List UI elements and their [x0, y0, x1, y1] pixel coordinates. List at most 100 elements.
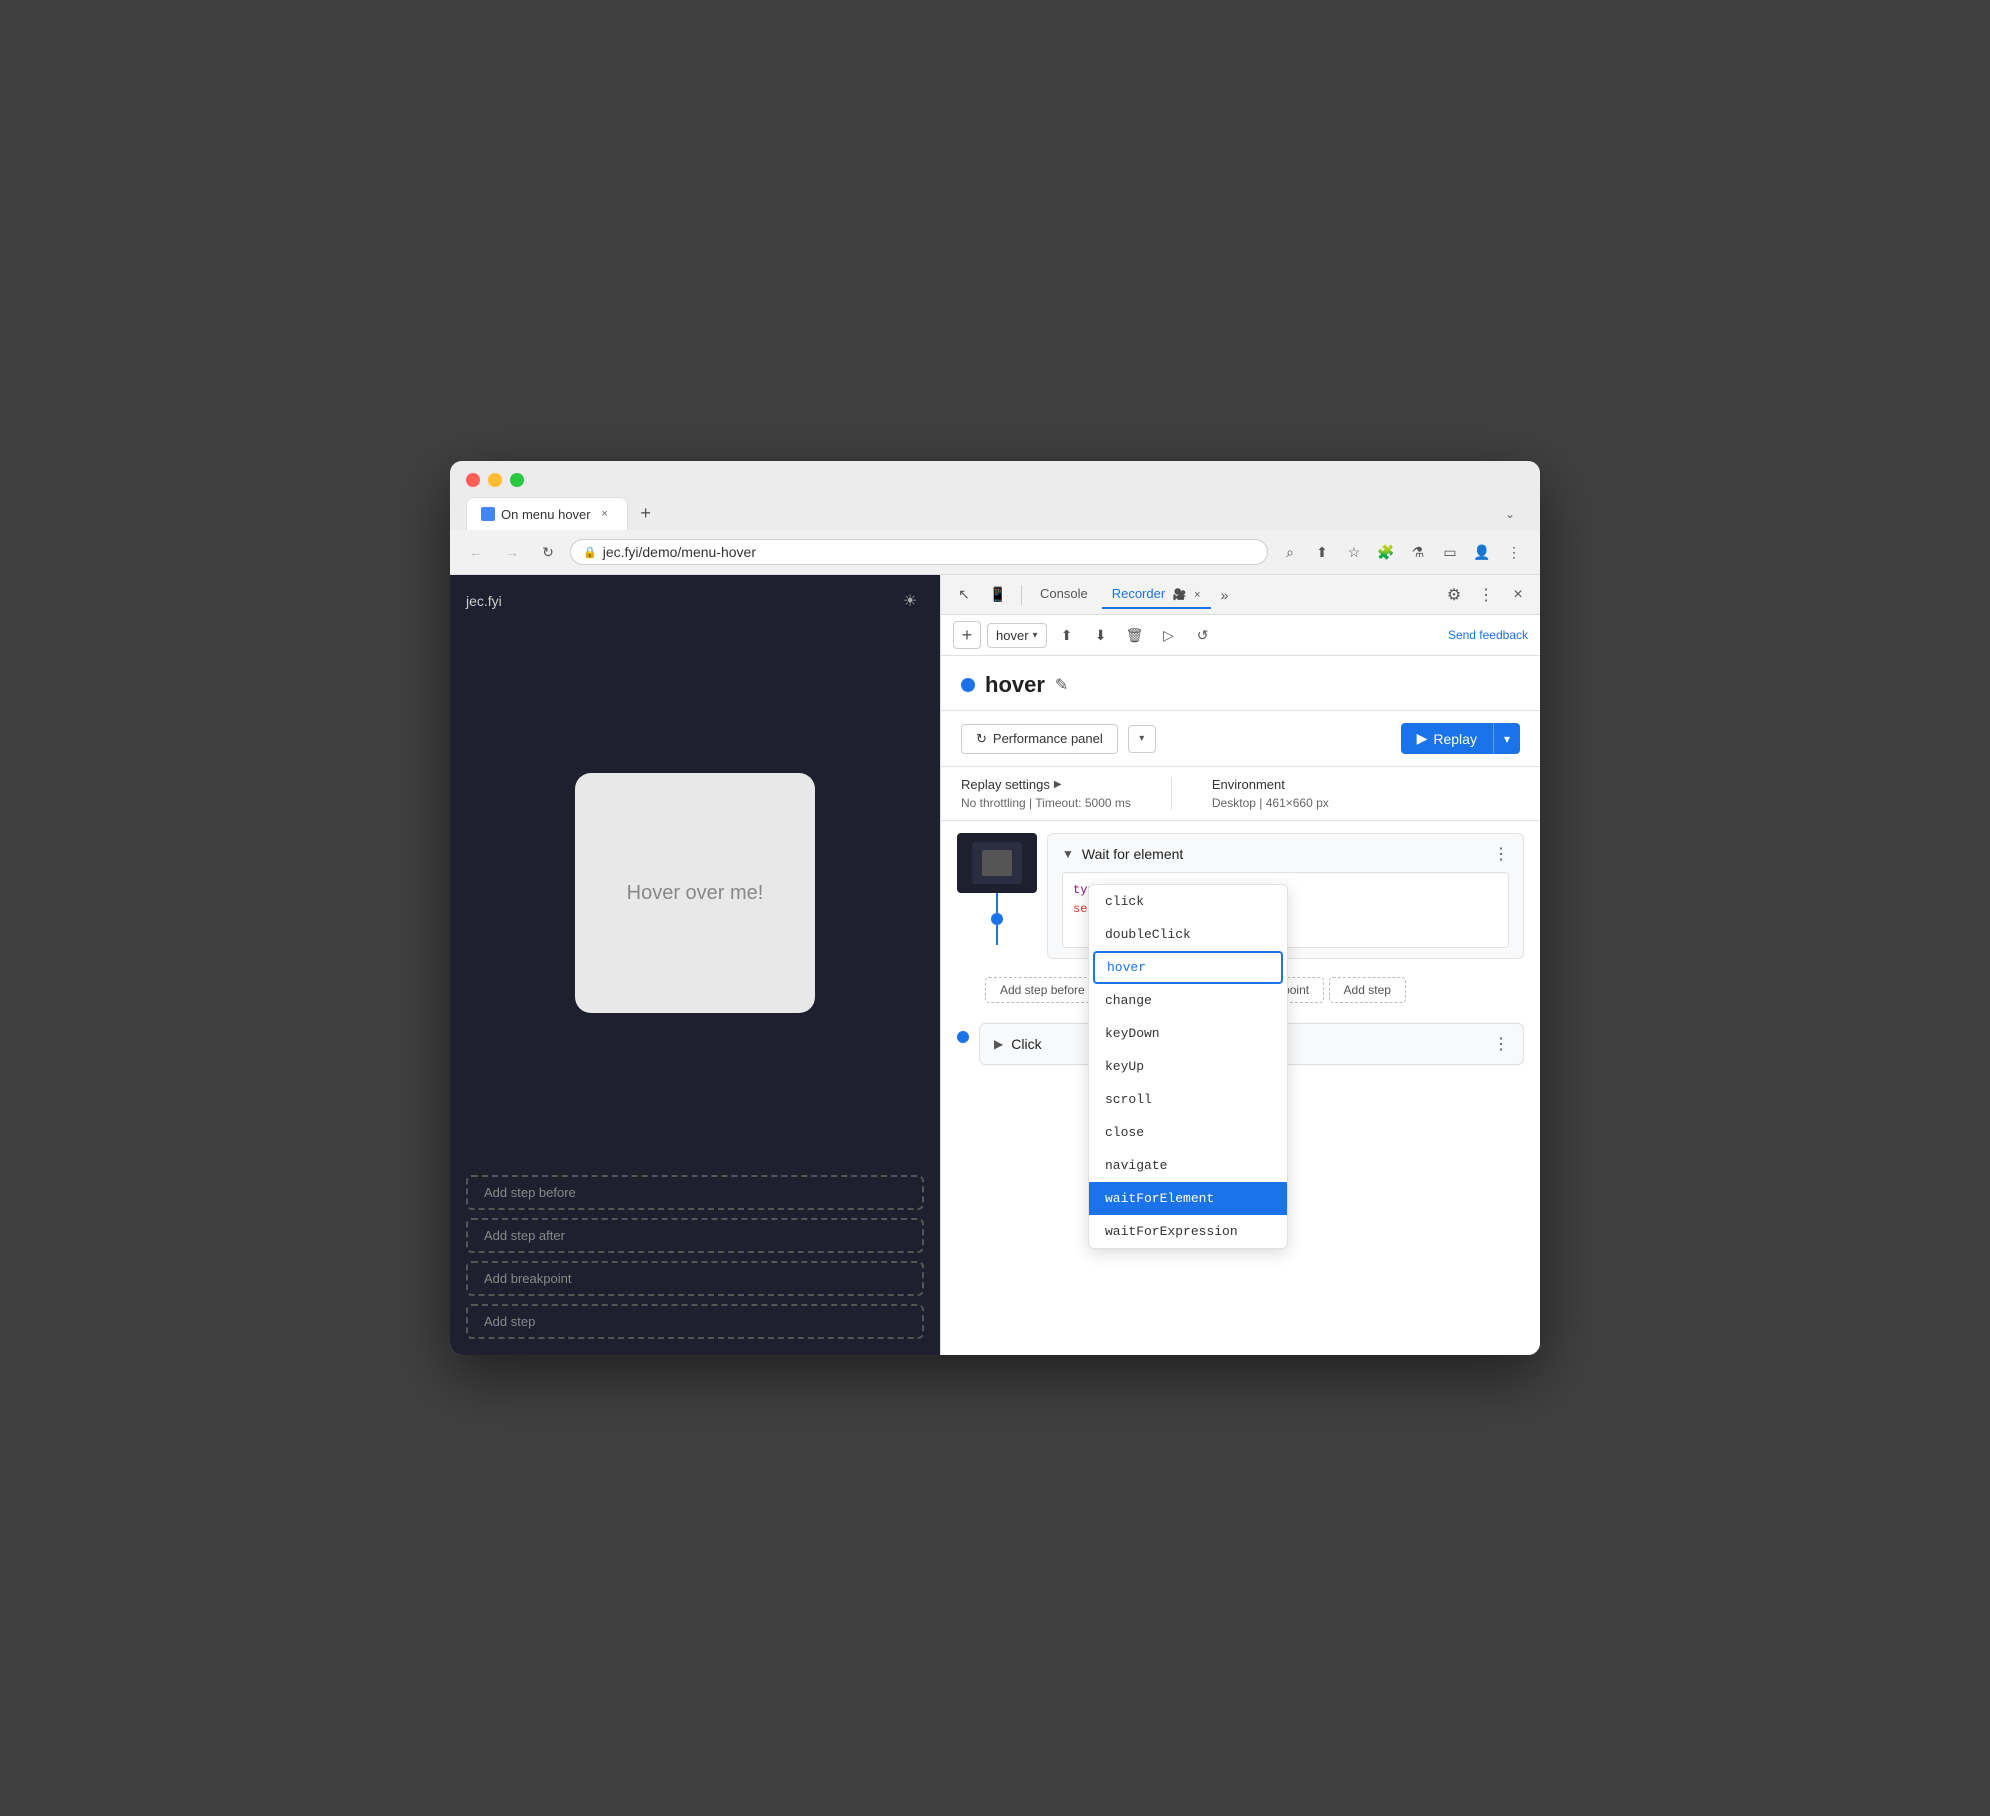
undo-button[interactable]: ↺ [1189, 621, 1217, 649]
timeline-line-bottom [996, 925, 998, 945]
environment-section: Environment Desktop | 461×660 px [1212, 777, 1329, 810]
add-step-after-button[interactable]: Add step after [466, 1218, 924, 1253]
performance-panel-row: ↻ Performance panel ▾ ▶ Replay ▾ [941, 711, 1540, 767]
environment-value: Desktop | 461×660 px [1212, 796, 1329, 810]
theme-toggle[interactable]: ☀ [896, 587, 924, 615]
forward-button[interactable]: → [498, 538, 526, 566]
dropdown-item-close[interactable]: close [1089, 1116, 1287, 1149]
play-button[interactable]: ▷ [1155, 621, 1183, 649]
dropdown-item-keydown[interactable]: keyDown [1089, 1017, 1287, 1050]
dropdown-item-click[interactable]: click [1089, 885, 1287, 918]
throttling-value: No throttling | Timeout: 5000 ms [961, 796, 1131, 810]
cursor-tool[interactable]: ↖ [949, 580, 979, 610]
tab-recorder[interactable]: Recorder 🎥 × [1102, 580, 1211, 609]
sidebar-button[interactable]: ▭ [1436, 538, 1464, 566]
recorder-toolbar: + hover ▾ ⬆ ⬇ 🗑 ▷ ↺ Send feedback [941, 615, 1540, 656]
bookmark-button[interactable]: ☆ [1340, 538, 1368, 566]
recorder-icon: 🎥 [1173, 589, 1187, 601]
timeline-dot [991, 913, 1003, 925]
add-step-button[interactable]: Add step [466, 1304, 924, 1339]
settings-divider [1171, 777, 1172, 810]
step-toggle[interactable]: ▼ [1062, 847, 1074, 861]
devtools-more-button[interactable]: ⋮ [1472, 581, 1500, 609]
replay-main-button[interactable]: ▶ Replay [1401, 723, 1494, 754]
search-button[interactable]: ⌕ [1276, 538, 1304, 566]
dropdown-item-change[interactable]: change [1089, 984, 1287, 1017]
account-button[interactable]: 👤 [1468, 538, 1496, 566]
step-menu-button[interactable]: ⋮ [1493, 844, 1509, 864]
secure-icon: 🔒 [583, 546, 597, 559]
extensions-button[interactable]: 🧩 [1372, 538, 1400, 566]
recording-status-dot [961, 678, 975, 692]
export-button[interactable]: ⬆ [1053, 621, 1081, 649]
dropdown-item-doubleclick[interactable]: doubleClick [1089, 918, 1287, 951]
devtools-settings-button[interactable]: ⚙ [1440, 581, 1468, 609]
maximize-button[interactable] [510, 473, 524, 487]
delete-recording-button[interactable]: 🗑 [1121, 621, 1149, 649]
replay-settings-arrow: ▶ [1054, 779, 1062, 790]
page-content: Hover over me! [450, 627, 940, 1159]
more-tabs-button[interactable]: » [1215, 583, 1235, 607]
dropdown-item-waitforelement[interactable]: waitForElement [1089, 1182, 1287, 1215]
recording-name-dropdown-icon[interactable]: ▾ [1033, 630, 1038, 641]
replay-settings-label[interactable]: Replay settings ▶ [961, 777, 1131, 792]
hover-card[interactable]: Hover over me! [575, 773, 815, 1013]
devtools-close-button[interactable]: × [1504, 581, 1532, 609]
replay-play-icon: ▶ [1417, 730, 1428, 747]
timeline-area: ▼ Wait for element ⋮ type : | [941, 821, 1540, 1075]
labs-button[interactable]: ⚗ [1404, 538, 1432, 566]
import-button[interactable]: ⬇ [1087, 621, 1115, 649]
add-recording-button[interactable]: + [953, 621, 981, 649]
dropdown-item-navigate[interactable]: navigate [1089, 1149, 1287, 1182]
tab-bar: On menu hover × + ⌄ [466, 497, 1524, 530]
reload-button[interactable]: ↻ [534, 538, 562, 566]
tab-console[interactable]: Console [1030, 580, 1098, 609]
timeline-line [996, 893, 998, 913]
environment-label: Environment [1212, 777, 1329, 792]
wait-for-element-row: ▼ Wait for element ⋮ type : | [941, 821, 1540, 971]
recording-name-selector[interactable]: hover ▾ [987, 623, 1047, 648]
performance-panel-button[interactable]: ↻ Performance panel [961, 724, 1118, 754]
type-dropdown-overlay: click doubleClick hover change keyDown k… [1048, 884, 1523, 1249]
tab-close-button[interactable]: × [597, 506, 613, 522]
back-button[interactable]: ← [462, 538, 490, 566]
edit-name-icon[interactable]: ✎ [1055, 675, 1068, 695]
dropdown-item-hover[interactable]: hover [1093, 951, 1283, 984]
page-panel: jec.fyi ☀ Hover over me! Add step before… [450, 575, 940, 1355]
step-card-header: ▼ Wait for element ⋮ [1062, 844, 1509, 864]
click-toggle[interactable]: ▶ [994, 1037, 1003, 1051]
throttling-section: Replay settings ▶ No throttling | Timeou… [961, 777, 1131, 810]
perf-label: Performance panel [993, 731, 1103, 746]
more-button[interactable]: ⋮ [1500, 538, 1528, 566]
new-tab-button[interactable]: + [632, 500, 660, 528]
recording-header: hover ✎ [941, 656, 1540, 711]
minimize-button[interactable] [488, 473, 502, 487]
perf-dropdown-button[interactable]: ▾ [1128, 725, 1156, 753]
recording-title: hover [985, 672, 1045, 698]
close-button[interactable] [466, 473, 480, 487]
recorder-tab-close[interactable]: × [1194, 589, 1200, 601]
replay-dropdown-arrow[interactable]: ▾ [1494, 725, 1520, 753]
wait-for-element-card: ▼ Wait for element ⋮ type : | [1047, 833, 1524, 959]
add-step-before-button[interactable]: Add step before [466, 1175, 924, 1210]
devtools-panel: ↖ 📱 Console Recorder 🎥 × » ⚙ ⋮ × + [940, 575, 1540, 1355]
active-tab[interactable]: On menu hover × [466, 497, 628, 530]
device-tool[interactable]: 📱 [983, 580, 1013, 610]
replay-button-group: ▶ Replay ▾ [1401, 723, 1520, 754]
step-title: Wait for element [1082, 846, 1183, 862]
address-bar[interactable]: 🔒 jec.fyi/demo/menu-hover [570, 539, 1268, 565]
omnibox-actions: ⌕ ⬆ ☆ 🧩 ⚗ ▭ 👤 ⋮ [1276, 538, 1528, 566]
address-text: jec.fyi/demo/menu-hover [603, 544, 756, 560]
add-breakpoint-button[interactable]: Add breakpoint [466, 1261, 924, 1296]
tab-favicon [481, 507, 495, 521]
timeline-connector [957, 833, 1037, 945]
devtools-header: ↖ 📱 Console Recorder 🎥 × » ⚙ ⋮ × [941, 575, 1540, 615]
send-feedback-link[interactable]: Send feedback [1448, 628, 1528, 642]
share-button[interactable]: ⬆ [1308, 538, 1336, 566]
dropdown-item-keyup[interactable]: keyUp [1089, 1050, 1287, 1083]
dropdown-item-scroll[interactable]: scroll [1089, 1083, 1287, 1116]
replay-settings-row: Replay settings ▶ No throttling | Timeou… [941, 767, 1540, 821]
window-minimize-icon[interactable]: ⌄ [1496, 500, 1524, 528]
tab-title: On menu hover [501, 507, 591, 522]
dropdown-item-waitforexpression[interactable]: waitForExpression [1089, 1215, 1287, 1248]
